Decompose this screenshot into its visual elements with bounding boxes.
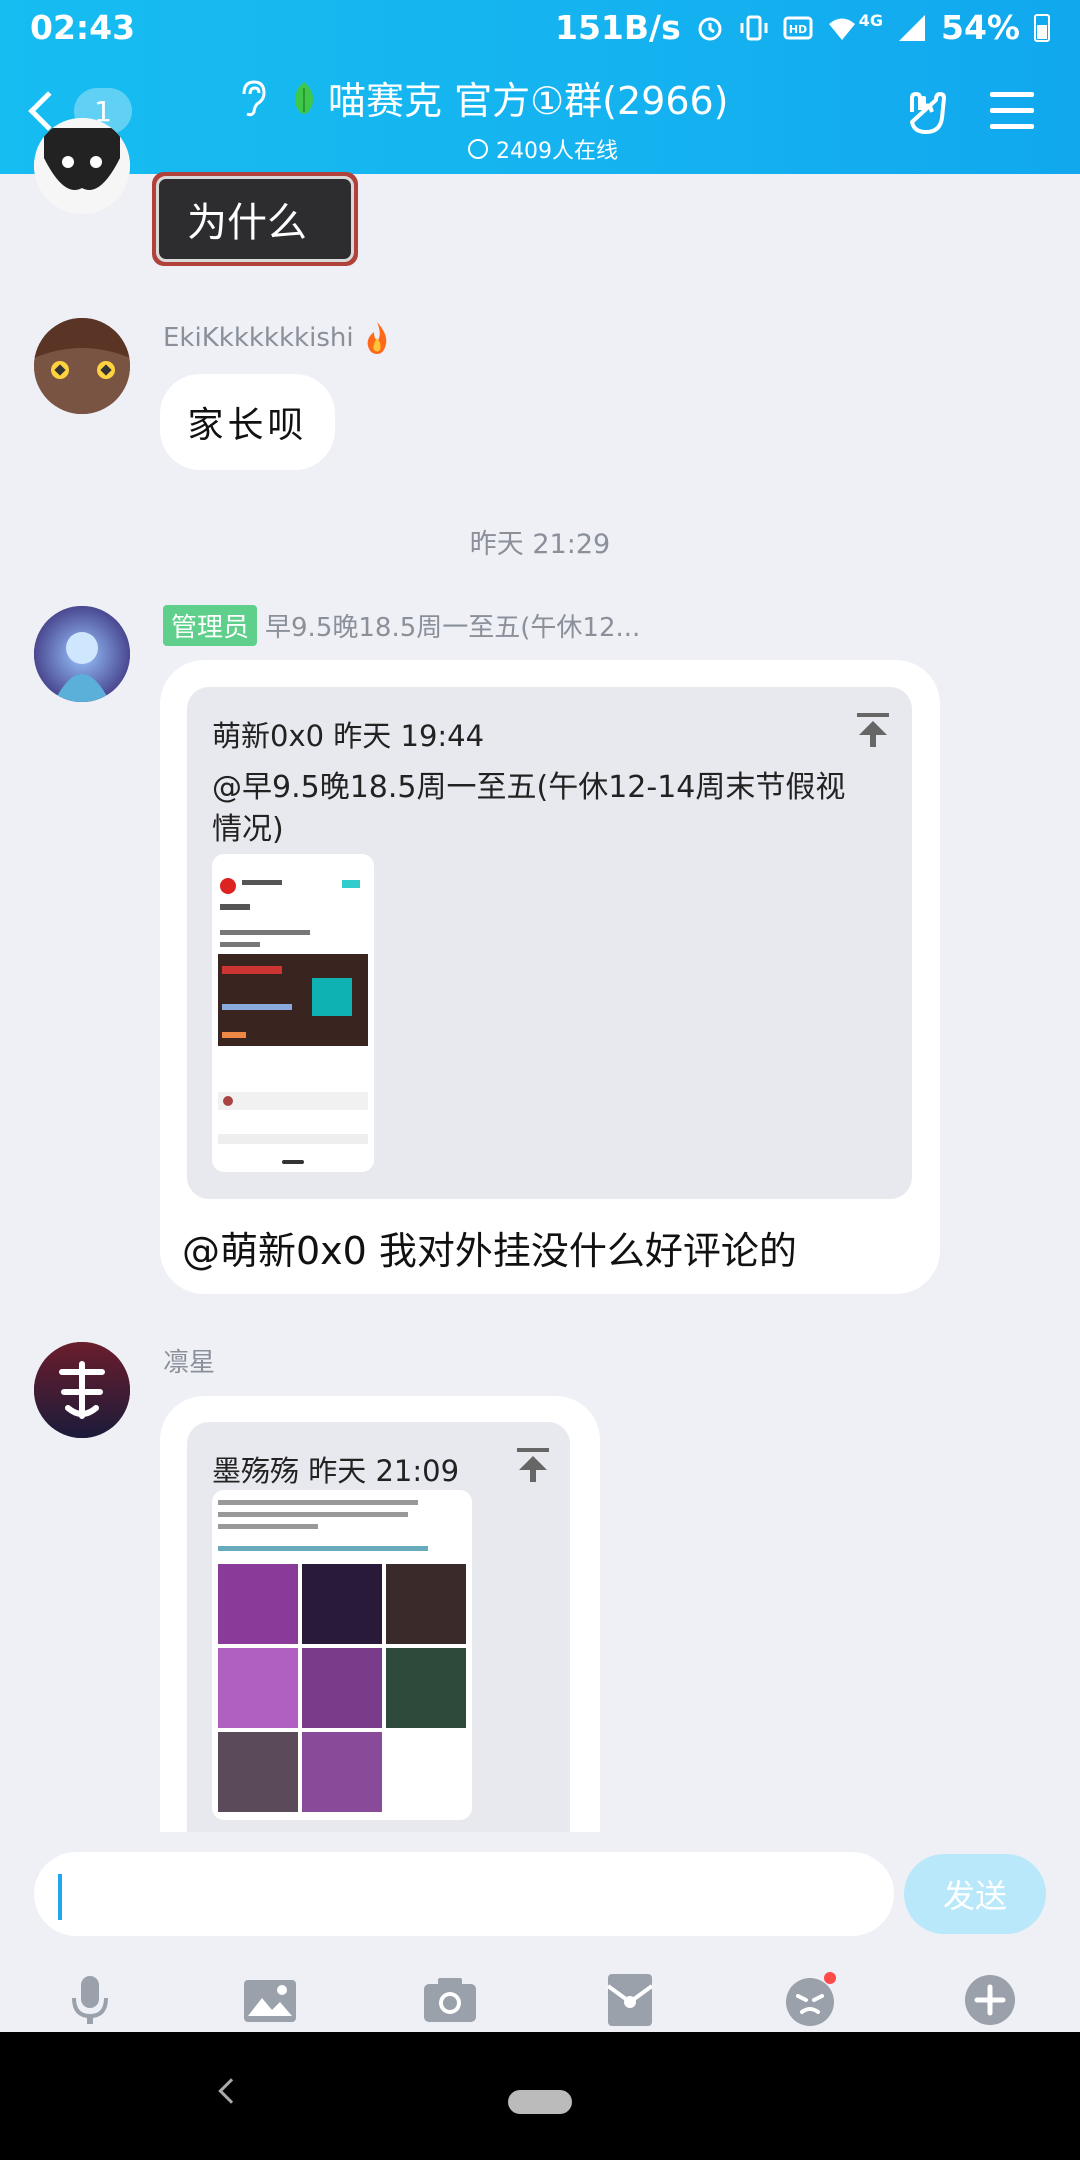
hand-rock-icon[interactable] — [902, 88, 952, 138]
camera-icon[interactable] — [422, 1972, 478, 2028]
hd-icon: HD — [783, 16, 813, 39]
screenshot-thumbnail[interactable] — [212, 1490, 472, 1820]
anime-avatar-image — [34, 606, 130, 702]
avatar[interactable] — [34, 1342, 130, 1438]
menu-icon[interactable] — [990, 92, 1034, 130]
nav-home-pill[interactable] — [508, 2090, 572, 2114]
reply-quote[interactable]: 墨殇殇 昨天 21:09 — [187, 1422, 570, 1832]
jump-to-top-icon[interactable] — [517, 1448, 549, 1484]
avatar[interactable] — [34, 318, 130, 414]
battery-icon — [1034, 13, 1050, 42]
anime-avatar-image — [34, 118, 130, 214]
chat-title[interactable]: 喵赛克 官方①群(2966) 2409人在线 — [290, 70, 810, 165]
status-right: 151B/s HD 4G 54% — [555, 8, 1050, 47]
message-text: 家长呗 — [187, 405, 308, 446]
sender-nick[interactable]: 凛星 — [163, 1342, 215, 1379]
sticker-message[interactable]: 为什么 — [152, 172, 358, 266]
admin-badge: 管理员 — [163, 605, 258, 646]
avatar[interactable] — [34, 118, 130, 214]
quote-text: @早9.5晚18.5周一至五(午休12-14周末节假视情况) — [212, 770, 846, 847]
message-bubble[interactable]: 墨殇殇 昨天 21:09 — [160, 1396, 600, 1832]
screenshot-thumbnail[interactable] — [212, 854, 374, 1172]
avatar[interactable] — [34, 606, 130, 702]
status-bar: 02:43 151B/s HD 4G 54% — [0, 0, 1080, 56]
plus-icon[interactable] — [962, 1972, 1018, 2028]
system-nav-bar — [0, 2032, 1080, 2160]
sender-nick[interactable]: EkiKkkkkkkishi — [163, 320, 392, 356]
image-icon[interactable] — [242, 1972, 298, 2028]
jump-to-top-icon[interactable] — [857, 713, 889, 749]
alarm-icon — [698, 17, 722, 40]
avatar-image — [34, 318, 130, 414]
emoji-icon[interactable] — [782, 1972, 838, 2028]
vibrate-icon — [740, 15, 768, 40]
online-icon — [468, 139, 488, 159]
online-count: 2409人在线 — [496, 139, 618, 164]
signal-icon — [899, 14, 925, 41]
status-time: 02:43 — [30, 8, 136, 47]
leaf-icon — [295, 81, 313, 114]
redpacket-icon[interactable] — [602, 1972, 658, 2028]
time-separator: 昨天 21:29 — [469, 529, 611, 560]
header-bar: 02:43 151B/s HD 4G 54% 1 喵赛克 官方①群(2966) … — [0, 0, 1080, 174]
fire-icon — [367, 322, 386, 354]
message-input[interactable] — [34, 1852, 894, 1936]
battery-percent: 54% — [941, 8, 1020, 47]
message-bubble[interactable]: 家长呗 — [160, 374, 335, 470]
text-caret — [58, 1874, 62, 1920]
nav-back-icon[interactable] — [218, 2078, 244, 2104]
input-area: 发送 — [0, 1832, 1080, 2032]
group-name: 喵赛克 官方①群(2966) — [328, 79, 729, 123]
sticker-text: 为什么 — [187, 200, 307, 246]
reply-quote[interactable]: 萌新0x0 昨天 19:44 @早9.5晚18.5周一至五(午休12-14周末节… — [187, 687, 912, 1199]
quote-header: 萌新0x0 昨天 19:44 — [212, 719, 485, 753]
net-speed: 151B/s — [555, 8, 681, 47]
avatar-image — [34, 1342, 130, 1438]
wifi-icon — [828, 18, 855, 40]
message-text: @萌新0x0 我对外挂没什么好评论的 — [182, 1229, 797, 1273]
net-type: 4G — [858, 11, 883, 30]
send-button[interactable]: 发送 — [904, 1854, 1046, 1934]
sender-nick[interactable]: 管理员 早9.5晚18.5周一至五(午休12... — [163, 605, 640, 646]
svg-text:HD: HD — [789, 23, 807, 36]
message-bubble[interactable]: 萌新0x0 昨天 19:44 @早9.5晚18.5周一至五(午休12-14周末节… — [160, 660, 940, 1294]
ear-icon[interactable] — [236, 78, 270, 118]
mic-icon[interactable] — [62, 1972, 118, 2028]
quote-header: 墨殇殇 昨天 21:09 — [212, 1454, 460, 1488]
